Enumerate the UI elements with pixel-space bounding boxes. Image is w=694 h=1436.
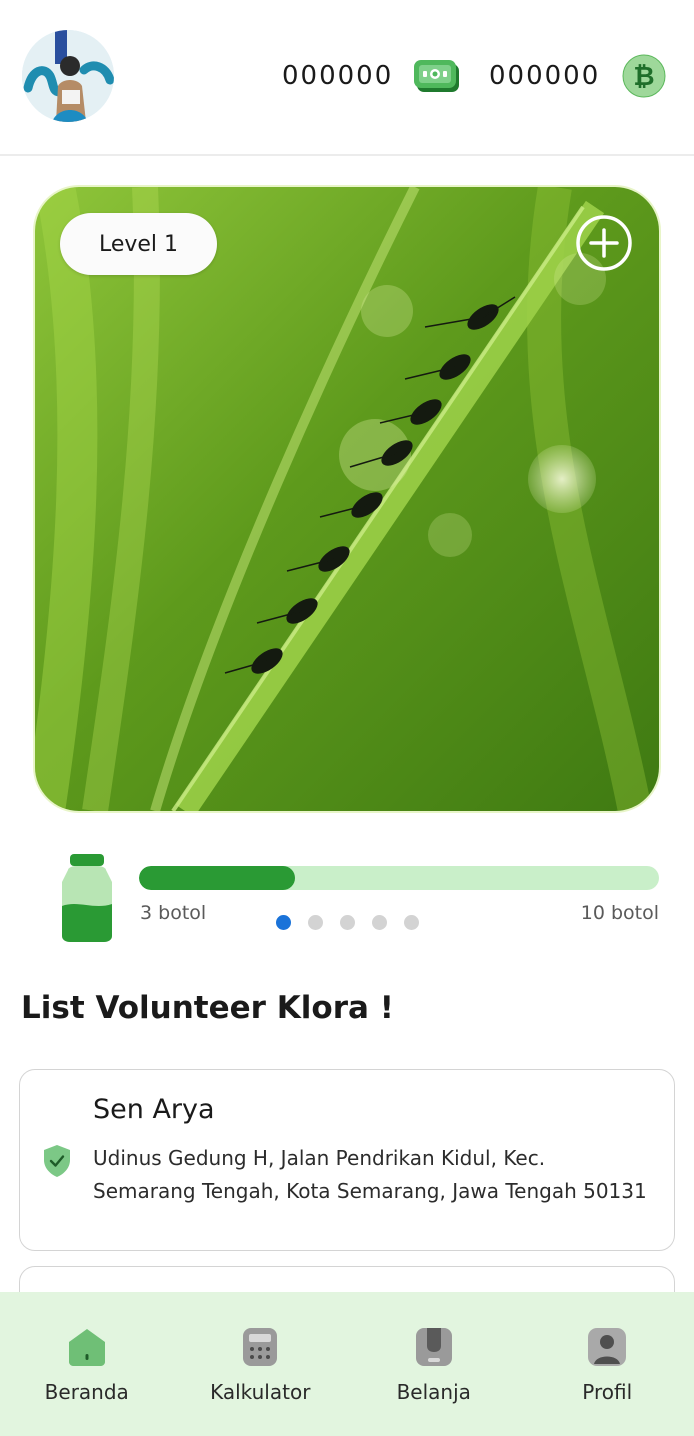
nav-item-kalkulator[interactable]: Kalkulator bbox=[174, 1292, 348, 1436]
nav-label-beranda: Beranda bbox=[44, 1380, 129, 1404]
volunteer-list-title: List Volunteer Klora ! bbox=[21, 990, 394, 1026]
nav-label-profil: Profil bbox=[582, 1380, 633, 1404]
progress-max-label: 10 botol bbox=[580, 902, 659, 924]
bottom-navigation: Beranda Kalkulator Belanja Profil bbox=[0, 1292, 694, 1436]
carousel-dot[interactable] bbox=[340, 915, 355, 930]
volunteer-card[interactable]: Sen Arya Udinus Gedung H, Jalan Pendrika… bbox=[19, 1069, 675, 1251]
carousel-dot[interactable] bbox=[276, 915, 291, 930]
app-header: 000000 000000 ₿ bbox=[0, 0, 694, 156]
level-badge: Level 1 bbox=[60, 213, 217, 275]
bitcoin-icon: ₿ bbox=[622, 54, 666, 98]
calculator-icon bbox=[239, 1326, 281, 1368]
progress-current-label: 3 botol bbox=[140, 902, 207, 924]
volunteer-name: Sen Arya bbox=[93, 1094, 215, 1125]
carousel-dot[interactable] bbox=[372, 915, 387, 930]
bottle-icon bbox=[58, 852, 116, 944]
bitcoin-balance: 000000 ₿ bbox=[489, 54, 666, 98]
nav-item-belanja[interactable]: Belanja bbox=[347, 1292, 521, 1436]
profile-icon bbox=[586, 1326, 628, 1368]
carousel-dot[interactable] bbox=[308, 915, 323, 930]
shopping-bag-icon bbox=[413, 1326, 455, 1368]
nav-item-beranda[interactable]: Beranda bbox=[0, 1292, 174, 1436]
nav-label-belanja: Belanja bbox=[396, 1380, 471, 1404]
bitcoin-balance-value: 000000 bbox=[489, 61, 601, 91]
nav-label-kalkulator: Kalkulator bbox=[210, 1380, 311, 1404]
money-balance: 000000 bbox=[282, 54, 461, 98]
verified-shield-icon bbox=[42, 1144, 72, 1178]
carousel-dot[interactable] bbox=[404, 915, 419, 930]
banknote-icon bbox=[413, 56, 461, 96]
bottle-progress-fill bbox=[139, 866, 295, 890]
money-balance-value: 000000 bbox=[282, 61, 394, 91]
user-avatar-icon[interactable] bbox=[22, 30, 114, 122]
carousel-indicator bbox=[276, 915, 419, 930]
nav-item-profil[interactable]: Profil bbox=[521, 1292, 694, 1436]
svg-text:₿: ₿ bbox=[634, 62, 655, 92]
home-icon bbox=[66, 1326, 108, 1368]
plus-circle-icon[interactable] bbox=[575, 214, 633, 272]
bottle-progress-bar bbox=[139, 866, 659, 890]
hero-nature-image bbox=[35, 187, 659, 811]
volunteer-address: Udinus Gedung H, Jalan Pendrikan Kidul, … bbox=[93, 1146, 647, 1203]
